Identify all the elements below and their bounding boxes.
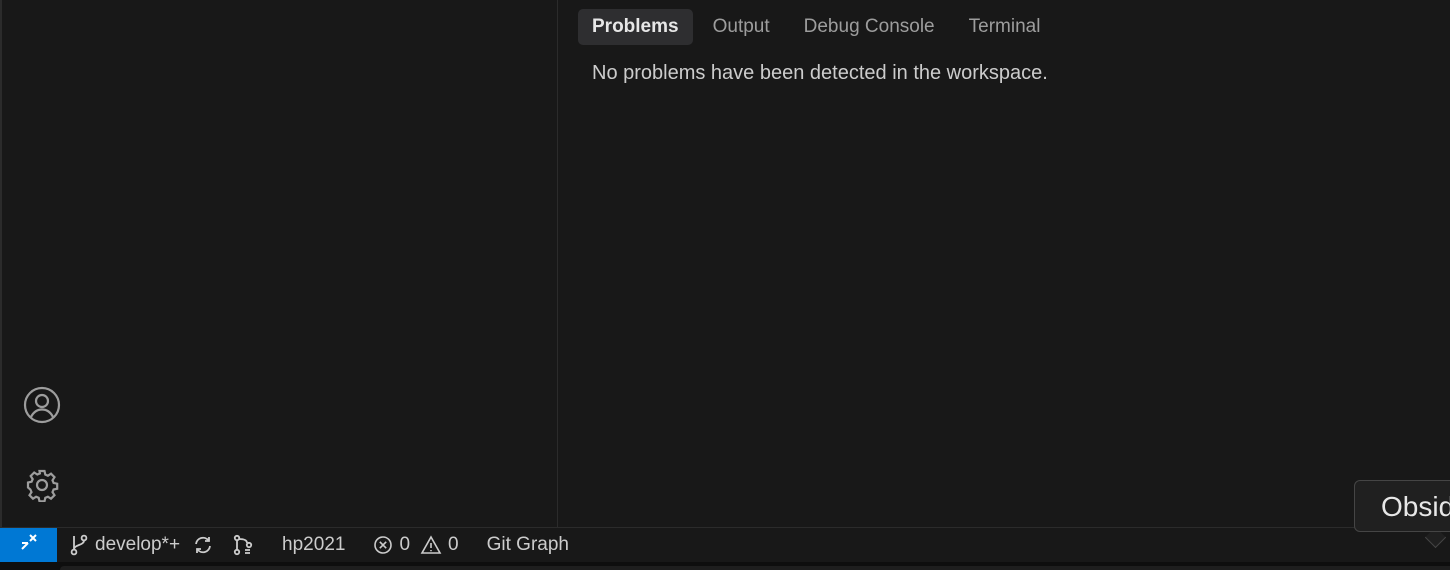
sync-icon[interactable] [192,534,214,556]
git-graph-compare-button[interactable] [222,528,262,562]
tab-output[interactable]: Output [699,9,784,45]
panel-tab-bar: Problems Output Debug Console Terminal [578,9,1054,45]
warning-count: 0 [448,534,459,555]
bottom-panel: Problems Output Debug Console Terminal N… [558,0,1450,527]
problems-empty-message: No problems have been detected in the wo… [592,62,1048,84]
account-icon[interactable] [22,385,62,425]
branch-status[interactable]: develop*+ [57,528,222,562]
hover-tooltip: Obsidian [1354,480,1450,532]
tab-debug-console[interactable]: Debug Console [790,9,949,45]
profile-status[interactable]: hp2021 [262,528,353,562]
git-compare-icon [232,534,254,556]
window-bottom-edge-inner [60,566,1450,570]
error-icon [373,535,393,555]
vscode-window: Problems Output Debug Console Terminal N… [0,0,1450,570]
error-count: 0 [399,534,411,555]
gear-icon[interactable] [22,465,62,505]
sidebar-area [2,0,558,527]
tab-problems[interactable]: Problems [578,9,693,45]
window-bottom-edge [0,562,1450,570]
git-branch-icon [69,534,89,556]
problems-status[interactable]: 0 0 [353,528,466,562]
warning-icon [420,535,442,555]
status-bar: develop*+ hp2021 0 0 Git Graph [0,527,1450,562]
git-graph-label: Git Graph [486,534,569,555]
tab-terminal[interactable]: Terminal [955,9,1055,45]
profile-label: hp2021 [282,534,346,555]
branch-name: develop*+ [95,534,181,555]
remote-indicator-button[interactable] [0,528,57,562]
git-graph-button[interactable]: Git Graph [467,528,577,562]
remote-icon [19,532,39,558]
